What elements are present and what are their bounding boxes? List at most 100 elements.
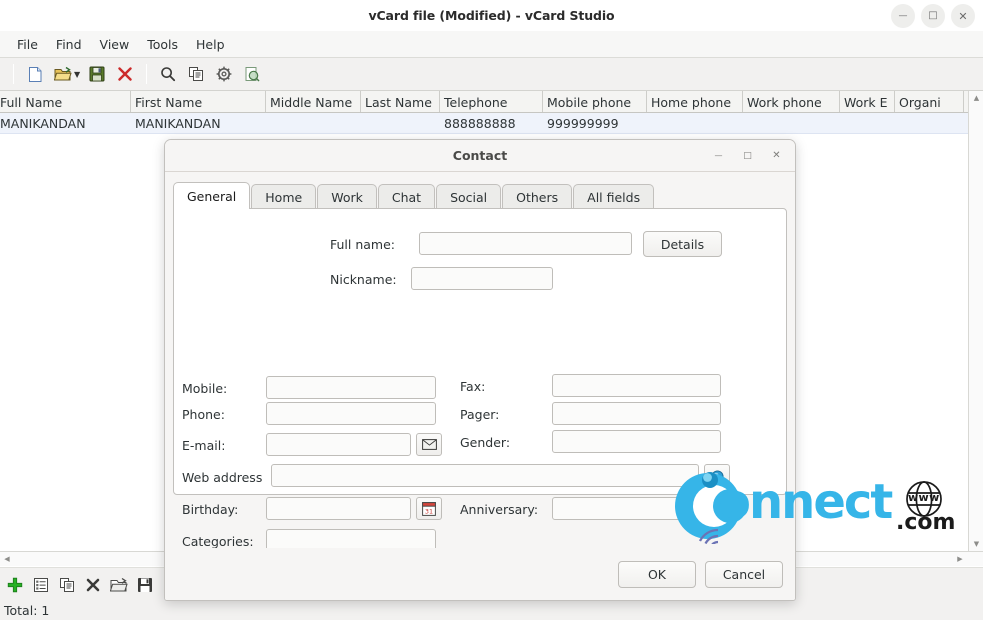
svg-text:31: 31 <box>425 507 433 515</box>
dialog-tabstrip: General Home Work Chat Social Others All… <box>173 182 655 209</box>
open-web-address-globe-icon[interactable] <box>704 464 730 489</box>
dialog-minimize-button[interactable] <box>708 145 729 166</box>
column-header-first-name[interactable]: First Name <box>131 91 266 112</box>
dialog-title: Contact <box>452 148 508 163</box>
search-icon[interactable] <box>156 62 180 86</box>
fax-input[interactable] <box>552 374 721 397</box>
dialog-window-controls <box>708 145 787 166</box>
scroll-right-arrow-icon[interactable]: ▶ <box>953 552 967 566</box>
open-dropdown-chevron-icon[interactable]: ▼ <box>74 70 80 79</box>
scroll-left-arrow-icon[interactable]: ◀ <box>0 552 14 566</box>
cell-last-name <box>361 113 440 133</box>
delete-x-icon[interactable] <box>81 573 105 597</box>
column-header-full-name[interactable]: Full Name <box>0 91 131 112</box>
cell-work-phone <box>743 113 840 133</box>
menu-item-find[interactable]: Find <box>47 34 91 55</box>
web-address-label: Web address <box>182 470 263 485</box>
list-vertical-scrollbar[interactable]: ▲ ▼ <box>968 91 983 551</box>
cell-middle-name <box>266 113 361 133</box>
anniversary-calendar-icon[interactable]: 31 <box>702 497 728 520</box>
cell-full-name: MANIKANDAN <box>0 116 86 131</box>
open-folder-icon[interactable] <box>107 573 131 597</box>
column-header-organization[interactable]: Organi <box>895 91 964 112</box>
contact-dialog: Contact General Home Work Chat Social Ot… <box>164 139 796 601</box>
delete-icon[interactable] <box>113 62 137 86</box>
column-header-telephone[interactable]: Telephone <box>440 91 543 112</box>
cell-organization <box>895 113 964 133</box>
menu-item-help[interactable]: Help <box>187 34 234 55</box>
tab-others[interactable]: Others <box>502 184 573 209</box>
tab-general[interactable]: General <box>173 182 251 209</box>
cancel-button[interactable]: Cancel <box>705 560 783 588</box>
column-header-mobile-phone[interactable]: Mobile phone <box>543 91 647 112</box>
nickname-label: Nickname: <box>330 272 397 287</box>
toolbar-separator-2 <box>146 64 148 84</box>
tab-all-fields[interactable]: All fields <box>573 184 655 209</box>
send-email-envelope-icon[interactable] <box>416 433 442 456</box>
tab-social[interactable]: Social <box>436 184 502 209</box>
save-icon[interactable] <box>85 62 109 86</box>
menu-bar: File Find View Tools Help <box>0 31 983 58</box>
web-address-input[interactable] <box>271 464 699 487</box>
tab-page-general: Full name: Details Nickname: Mobile: Fax… <box>173 208 787 552</box>
pager-input[interactable] <box>552 402 721 425</box>
mobile-label: Mobile: <box>182 381 228 396</box>
email-input[interactable] <box>266 433 411 456</box>
list-icon[interactable] <box>29 573 53 597</box>
settings-gear-icon[interactable] <box>212 62 236 86</box>
categories-label: Categories: <box>182 534 254 549</box>
cell-work-email <box>840 113 895 133</box>
mobile-input[interactable] <box>266 376 436 399</box>
save-icon[interactable] <box>133 573 157 597</box>
cell-first-name: MANIKANDAN <box>135 116 221 131</box>
phone-label: Phone: <box>182 407 225 422</box>
column-header-middle-name[interactable]: Middle Name <box>266 91 361 112</box>
anniversary-input[interactable] <box>552 497 697 520</box>
nickname-input[interactable] <box>411 267 553 290</box>
window-minimize-button[interactable] <box>891 4 915 28</box>
status-bar: Total: 1 <box>0 601 983 620</box>
total-count-label: Total: 1 <box>4 603 50 618</box>
dialog-titlebar: Contact <box>165 140 795 172</box>
scroll-up-arrow-icon[interactable]: ▲ <box>969 91 983 105</box>
dialog-footer: OK Cancel <box>165 548 795 600</box>
copy-icon[interactable] <box>184 62 208 86</box>
tab-chat[interactable]: Chat <box>377 184 436 209</box>
ok-button[interactable]: OK <box>618 560 696 588</box>
details-button[interactable]: Details <box>643 231 722 257</box>
open-folder-icon[interactable] <box>51 62 75 86</box>
svg-text:31: 31 <box>711 507 719 515</box>
copy-icon[interactable] <box>55 573 79 597</box>
window-close-button[interactable] <box>951 4 975 28</box>
tab-home[interactable]: Home <box>251 184 317 209</box>
menu-item-tools[interactable]: Tools <box>138 34 187 55</box>
preview-icon[interactable] <box>240 62 264 86</box>
column-header-work-phone[interactable]: Work phone <box>743 91 840 112</box>
phone-input[interactable] <box>266 402 436 425</box>
window-maximize-button[interactable] <box>921 4 945 28</box>
toolbar-separator <box>13 64 14 84</box>
add-icon[interactable] <box>3 573 27 597</box>
cell-telephone: 888888888 <box>444 116 516 131</box>
email-label: E-mail: <box>182 438 226 453</box>
table-row[interactable]: MANIKANDAN MANIKANDAN 888888888 99999999… <box>0 113 983 134</box>
menu-item-file[interactable]: File <box>8 34 47 55</box>
scroll-down-arrow-icon[interactable]: ▼ <box>969 537 983 551</box>
column-header-home-phone[interactable]: Home phone <box>647 91 743 112</box>
window-titlebar: vCard file (Modified) - vCard Studio <box>0 0 983 31</box>
dialog-maximize-button[interactable] <box>737 145 758 166</box>
full-name-input[interactable] <box>419 232 632 255</box>
column-header-work-email[interactable]: Work E <box>840 91 895 112</box>
cell-home-phone <box>647 113 743 133</box>
birthday-calendar-icon[interactable]: 31 <box>416 497 442 520</box>
birthday-input[interactable] <box>266 497 411 520</box>
new-file-icon[interactable] <box>23 62 47 86</box>
birthday-label: Birthday: <box>182 502 239 517</box>
full-name-label: Full name: <box>330 237 396 252</box>
window-controls <box>891 4 975 28</box>
menu-item-view[interactable]: View <box>91 34 139 55</box>
gender-input[interactable] <box>552 430 721 453</box>
dialog-close-button[interactable] <box>766 145 787 166</box>
tab-work[interactable]: Work <box>317 184 377 209</box>
column-header-last-name[interactable]: Last Name <box>361 91 440 112</box>
